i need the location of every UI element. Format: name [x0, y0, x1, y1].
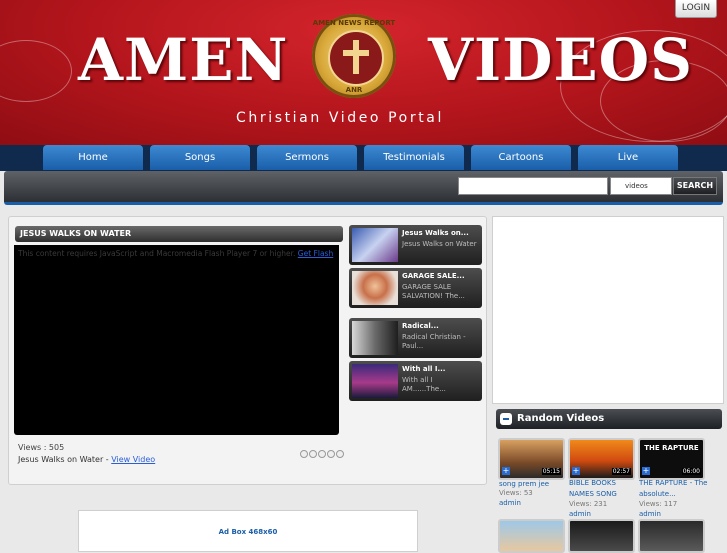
- video-caption-text: Jesus Walks on Water -: [18, 455, 112, 464]
- related-video-item[interactable]: GARAGE SALE... GARAGE SALE SALVATION! Th…: [349, 268, 482, 308]
- flash-message-text: This content requires JavaScript and Mac…: [18, 249, 296, 258]
- search-bar: videos SEARCH: [4, 171, 723, 205]
- video-duration: 06:00: [681, 468, 701, 475]
- related-video-thumbnail[interactable]: [352, 321, 398, 355]
- search-input[interactable]: [458, 177, 608, 195]
- nav-tab-testimonials[interactable]: Testimonials: [364, 145, 464, 170]
- add-plus-icon[interactable]: +: [642, 467, 650, 475]
- star-icon[interactable]: [300, 450, 308, 458]
- header-swirl-decor: [0, 40, 72, 102]
- nav-tab-songs[interactable]: Songs: [150, 145, 250, 170]
- video-title: JESUS WALKS ON WATER: [15, 226, 343, 242]
- amen-news-report-seal-logo: AMEN NEWS REPORT ANR: [312, 14, 396, 98]
- brand-right-word: VIDEOS: [428, 26, 694, 94]
- related-video-item[interactable]: With all I... With all I AM......The...: [349, 361, 482, 401]
- add-plus-icon[interactable]: +: [572, 467, 580, 475]
- related-video-title[interactable]: Jesus Walks on...: [402, 229, 469, 237]
- related-video-item[interactable]: Jesus Walks on... Jesus Walks on Water: [349, 225, 482, 265]
- random-videos-header: Random Videos: [496, 409, 722, 429]
- collapse-minus-icon[interactable]: [500, 413, 512, 425]
- star-icon[interactable]: [318, 450, 326, 458]
- star-rating[interactable]: [300, 443, 345, 462]
- related-video-desc: GARAGE SALE SALVATION! The...: [402, 283, 465, 300]
- random-video-thumbnail[interactable]: [638, 519, 705, 553]
- random-video-views: Views: 117: [639, 500, 678, 508]
- random-videos-title: Random Videos: [517, 413, 605, 424]
- video-views-count: Views : 505: [18, 443, 65, 452]
- search-button[interactable]: SEARCH: [673, 177, 717, 195]
- login-button[interactable]: LOGIN: [675, 0, 717, 18]
- nav-tab-cartoons[interactable]: Cartoons: [471, 145, 571, 170]
- random-video-author[interactable]: admin: [639, 510, 661, 518]
- search-category-value: videos: [625, 182, 648, 190]
- video-player[interactable]: This content requires JavaScript and Mac…: [14, 245, 339, 435]
- related-video-title[interactable]: Radical...: [402, 322, 439, 330]
- random-video-thumbnail[interactable]: THE RAPTURE + 06:00: [638, 438, 705, 480]
- random-video-author[interactable]: admin: [499, 499, 521, 507]
- thumbnail-title-text: THE RAPTURE: [644, 444, 699, 452]
- related-video-desc: With all I AM......The...: [402, 376, 446, 393]
- related-video-title[interactable]: With all I...: [402, 365, 445, 373]
- video-duration: 05:15: [541, 468, 561, 475]
- seal-emblem: [328, 30, 384, 86]
- featured-video-panel: JESUS WALKS ON WATER This content requir…: [8, 216, 487, 485]
- video-duration: 02:57: [611, 468, 631, 475]
- star-icon[interactable]: [309, 450, 317, 458]
- bottom-ad-box[interactable]: Ad Box 468x60: [78, 510, 418, 552]
- random-video-thumbnail[interactable]: + 05:15: [498, 438, 565, 480]
- related-video-thumbnail[interactable]: [352, 364, 398, 398]
- ad-box-label: Ad Box 468x60: [218, 528, 278, 536]
- nav-tab-home[interactable]: Home: [43, 145, 143, 170]
- related-video-thumbnail[interactable]: [352, 271, 398, 305]
- related-video-desc: Radical Christian - Paul...: [402, 333, 466, 350]
- video-caption: Jesus Walks on Water - View Video: [18, 455, 155, 464]
- related-video-title[interactable]: GARAGE SALE...: [402, 272, 465, 280]
- get-flash-link[interactable]: Get Flash: [298, 249, 333, 258]
- brand-left-word: AMEN: [78, 26, 289, 94]
- random-video-thumbnail[interactable]: + 02:57: [568, 438, 635, 480]
- view-video-link[interactable]: View Video: [111, 455, 155, 464]
- site-header: AMEN AMEN NEWS REPORT ANR VIDEOS Christi…: [0, 0, 727, 145]
- search-category-select[interactable]: videos: [610, 177, 672, 195]
- star-icon[interactable]: [327, 450, 335, 458]
- star-icon[interactable]: [336, 450, 344, 458]
- site-tagline: Christian Video Portal: [236, 110, 444, 126]
- nav-tab-sermons[interactable]: Sermons: [257, 145, 357, 170]
- related-video-desc: Jesus Walks on Water: [402, 240, 477, 248]
- random-video-views: Views: 53: [499, 489, 533, 497]
- random-video-thumbnail[interactable]: [498, 519, 565, 553]
- flash-required-message: This content requires JavaScript and Mac…: [18, 249, 333, 258]
- random-video-views: Views: 231: [569, 500, 608, 508]
- main-nav: Home Songs Sermons Testimonials Cartoons…: [0, 145, 727, 171]
- nav-tab-live[interactable]: Live: [578, 145, 678, 170]
- seal-bottom-text: ANR: [345, 86, 363, 94]
- cross-icon: [343, 40, 369, 74]
- related-video-thumbnail[interactable]: [352, 228, 398, 262]
- random-video-author[interactable]: admin: [569, 510, 591, 518]
- random-video-title[interactable]: BIBLE BOOKS NAMES SONG: [569, 478, 635, 500]
- seal-top-text: AMEN NEWS REPORT: [312, 19, 396, 27]
- add-plus-icon[interactable]: +: [502, 467, 510, 475]
- related-video-item[interactable]: Radical... Radical Christian - Paul...: [349, 318, 482, 358]
- right-ad-space: [492, 216, 724, 404]
- random-video-thumbnail[interactable]: [568, 519, 635, 553]
- random-video-title[interactable]: THE RAPTURE - The absolute...: [639, 478, 709, 500]
